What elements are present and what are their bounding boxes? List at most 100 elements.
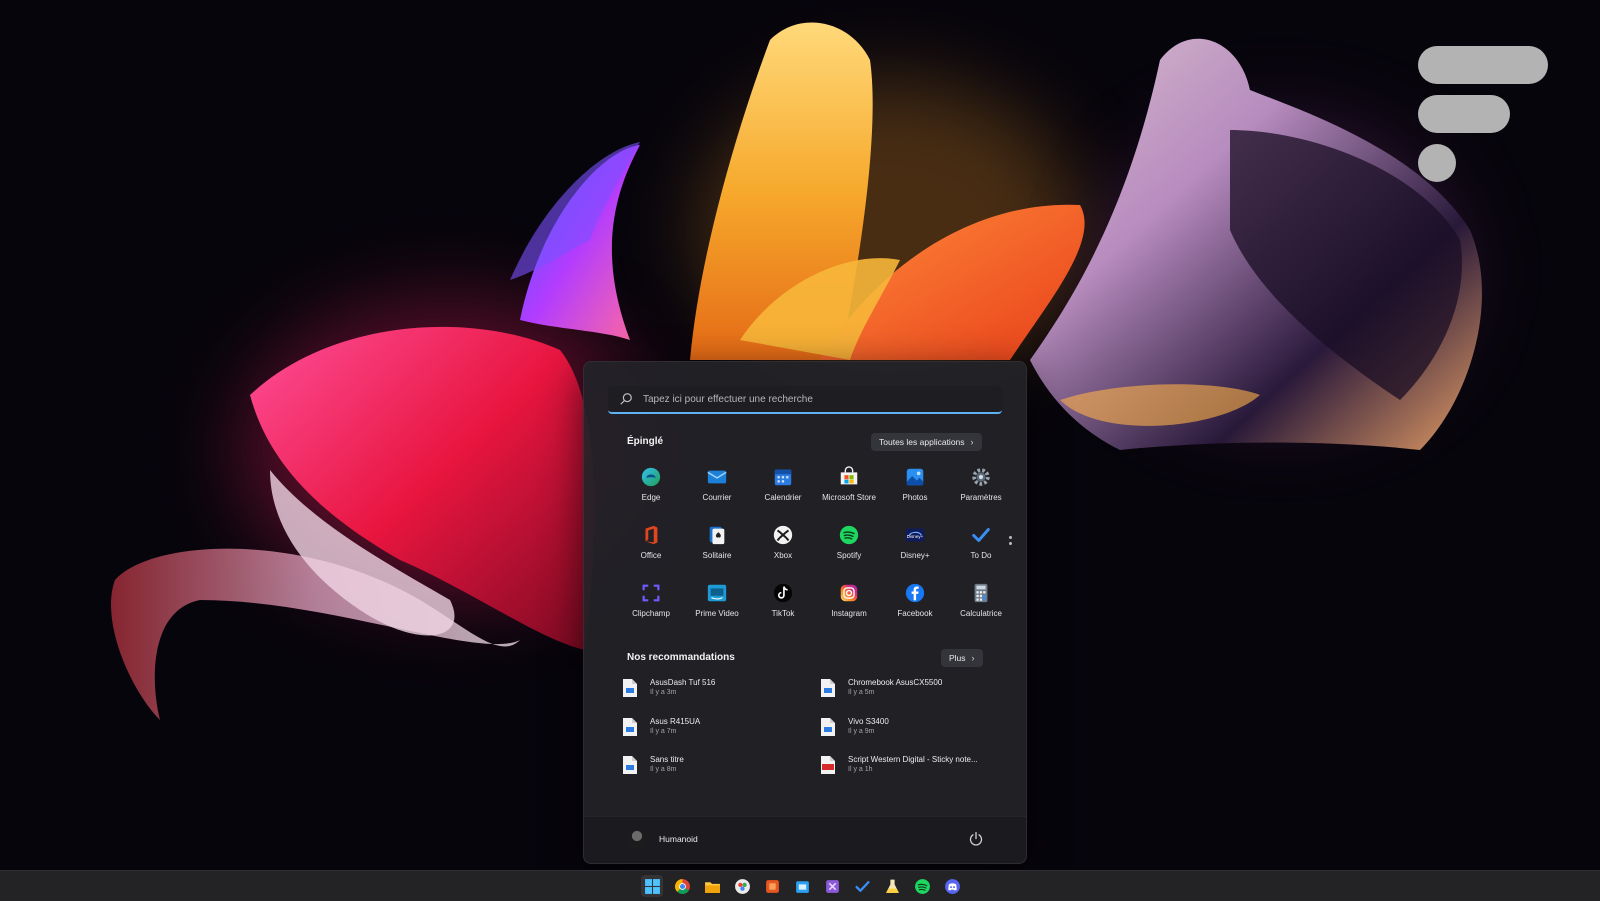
taskbar-store[interactable] bbox=[791, 875, 813, 897]
app-label: TikTok bbox=[771, 609, 795, 618]
pinned-app-parametres[interactable]: Paramètres bbox=[948, 460, 1014, 518]
recommended-item-name: AsusDash Tuf 516 bbox=[650, 678, 716, 687]
taskbar bbox=[0, 870, 1600, 901]
calculator-icon bbox=[974, 583, 988, 603]
spotify-app-icon bbox=[914, 878, 930, 894]
pinned-app-todo[interactable]: To Do bbox=[948, 518, 1014, 576]
store-icon bbox=[840, 466, 858, 485]
app-label: Photos bbox=[902, 493, 928, 502]
document-icon bbox=[821, 679, 835, 697]
recommended-item[interactable]: Chromebook AsusCX5500 Il y a 5m bbox=[820, 676, 1002, 715]
solitaire-icon bbox=[709, 526, 725, 545]
recommended-item-time: Il y a 3m bbox=[650, 689, 677, 696]
pinned-app-calculatrice[interactable]: Calculatrice bbox=[948, 576, 1014, 634]
pinned-app-microsoft-store[interactable]: Microsoft Store bbox=[816, 460, 882, 518]
app-label: Spotify bbox=[836, 551, 862, 560]
recommended-item[interactable]: AsusDash Tuf 516 Il y a 3m bbox=[622, 676, 820, 715]
pinned-app-facebook[interactable]: Facebook bbox=[882, 576, 948, 634]
search-icon bbox=[620, 393, 632, 405]
taskbar-file-explorer[interactable] bbox=[701, 875, 723, 897]
taskbar-visual-studio[interactable] bbox=[821, 875, 843, 897]
calendar-icon bbox=[774, 469, 792, 486]
edge-icon bbox=[641, 467, 661, 487]
app-label: Edge bbox=[641, 493, 661, 502]
app-label: Clipchamp bbox=[632, 609, 670, 618]
recommended-item[interactable]: Script Western Digital - Sticky note... I… bbox=[820, 753, 1002, 792]
user-name[interactable]: Humanoid bbox=[659, 834, 698, 844]
pinned-app-courrier[interactable]: Courrier bbox=[684, 460, 750, 518]
all-apps-label: Toutes les applications bbox=[879, 437, 965, 447]
chrome-icon bbox=[674, 878, 690, 894]
app-label: Calculatrice bbox=[960, 609, 1002, 618]
all-apps-button[interactable]: Toutes les applications › bbox=[871, 433, 982, 451]
start-button[interactable] bbox=[641, 875, 663, 897]
flask-icon bbox=[885, 879, 899, 893]
chevron-right-icon: › bbox=[971, 653, 975, 663]
pinned-app-edge[interactable]: Edge bbox=[618, 460, 684, 518]
pinned-app-solitaire[interactable]: Solitaire bbox=[684, 518, 750, 576]
app-label: Office bbox=[640, 551, 662, 560]
xbox-icon bbox=[773, 525, 793, 545]
discord-icon bbox=[944, 878, 960, 894]
recommended-item-time: Il y a 5m bbox=[848, 689, 875, 696]
app-label: Facebook bbox=[897, 609, 933, 618]
document-icon bbox=[821, 717, 835, 736]
prime-video-icon bbox=[707, 584, 727, 602]
gear-icon bbox=[972, 468, 990, 486]
recommended-item[interactable]: Sans titre Il y a 8m bbox=[622, 753, 820, 792]
search-box[interactable] bbox=[608, 386, 1002, 414]
taskbar-office[interactable] bbox=[761, 875, 783, 897]
taskbar-todo[interactable] bbox=[851, 875, 873, 897]
photos-app-icon bbox=[734, 878, 750, 894]
file-explorer-icon bbox=[704, 881, 720, 893]
app-label: Microsoft Store bbox=[822, 493, 876, 502]
document-icon bbox=[623, 756, 637, 774]
app-label: Calendrier bbox=[764, 493, 802, 502]
avatar[interactable] bbox=[627, 829, 647, 849]
pinned-app-xbox[interactable]: Xbox bbox=[750, 518, 816, 576]
taskbar-chrome[interactable] bbox=[671, 875, 693, 897]
todo-app-icon bbox=[854, 880, 870, 892]
pinned-section-title: Épinglé bbox=[627, 436, 664, 447]
recommended-item[interactable]: Asus R415UA Il y a 7m bbox=[622, 715, 820, 754]
taskbar-spotify[interactable] bbox=[911, 875, 933, 897]
pinned-app-disney-plus[interactable]: Disney+ Disney+ bbox=[882, 518, 948, 576]
recommended-item[interactable]: Vivo S3400 Il y a 9m bbox=[820, 715, 1002, 754]
pinned-app-instagram[interactable]: Instagram bbox=[816, 576, 882, 634]
taskbar-discord[interactable] bbox=[941, 875, 963, 897]
search-input[interactable] bbox=[641, 392, 985, 406]
more-button[interactable]: Plus › bbox=[941, 649, 983, 667]
power-icon[interactable] bbox=[968, 831, 984, 847]
recommended-item-name: Asus R415UA bbox=[650, 716, 701, 726]
pinned-app-clipchamp[interactable]: Clipchamp bbox=[618, 576, 684, 634]
taskbar-flask[interactable] bbox=[881, 875, 903, 897]
pinned-apps-grid: Edge Courrier Calendrier Microsoft Store bbox=[618, 460, 1016, 634]
recommended-list: AsusDash Tuf 516 Il y a 3m Chromebook Asu… bbox=[622, 676, 1002, 792]
pinned-app-prime-video[interactable]: Prime Video bbox=[684, 576, 750, 634]
recommended-item-name: Vivo S3400 bbox=[848, 716, 889, 726]
disney-plus-icon: Disney+ bbox=[905, 528, 925, 542]
pinned-app-photos[interactable]: Photos bbox=[882, 460, 948, 518]
photos-icon bbox=[906, 468, 924, 486]
recommended-item-time: Il y a 9m bbox=[848, 727, 875, 735]
taskbar-photos[interactable] bbox=[731, 875, 753, 897]
windows-start-icon bbox=[644, 878, 660, 894]
app-label: Instagram bbox=[831, 609, 867, 618]
recommended-item-time: Il y a 1h bbox=[848, 766, 873, 773]
office-app-icon bbox=[765, 879, 779, 893]
pinned-app-tiktok[interactable]: TikTok bbox=[750, 576, 816, 634]
spotify-icon bbox=[839, 525, 859, 545]
office-icon bbox=[645, 525, 658, 545]
app-label: Disney+ bbox=[900, 551, 930, 560]
start-menu: Épinglé Toutes les applications › Edge C… bbox=[583, 361, 1027, 864]
clipchamp-icon bbox=[642, 584, 660, 602]
tiktok-icon bbox=[773, 583, 793, 603]
taskbar-icons bbox=[641, 875, 963, 897]
pinned-page-indicator[interactable] bbox=[1009, 536, 1012, 548]
visual-studio-icon bbox=[825, 879, 839, 893]
watermark-logo bbox=[1418, 46, 1550, 186]
pinned-app-spotify[interactable]: Spotify bbox=[816, 518, 882, 576]
app-label: Prime Video bbox=[695, 609, 739, 618]
pinned-app-office[interactable]: Office bbox=[618, 518, 684, 576]
pinned-app-calendrier[interactable]: Calendrier bbox=[750, 460, 816, 518]
